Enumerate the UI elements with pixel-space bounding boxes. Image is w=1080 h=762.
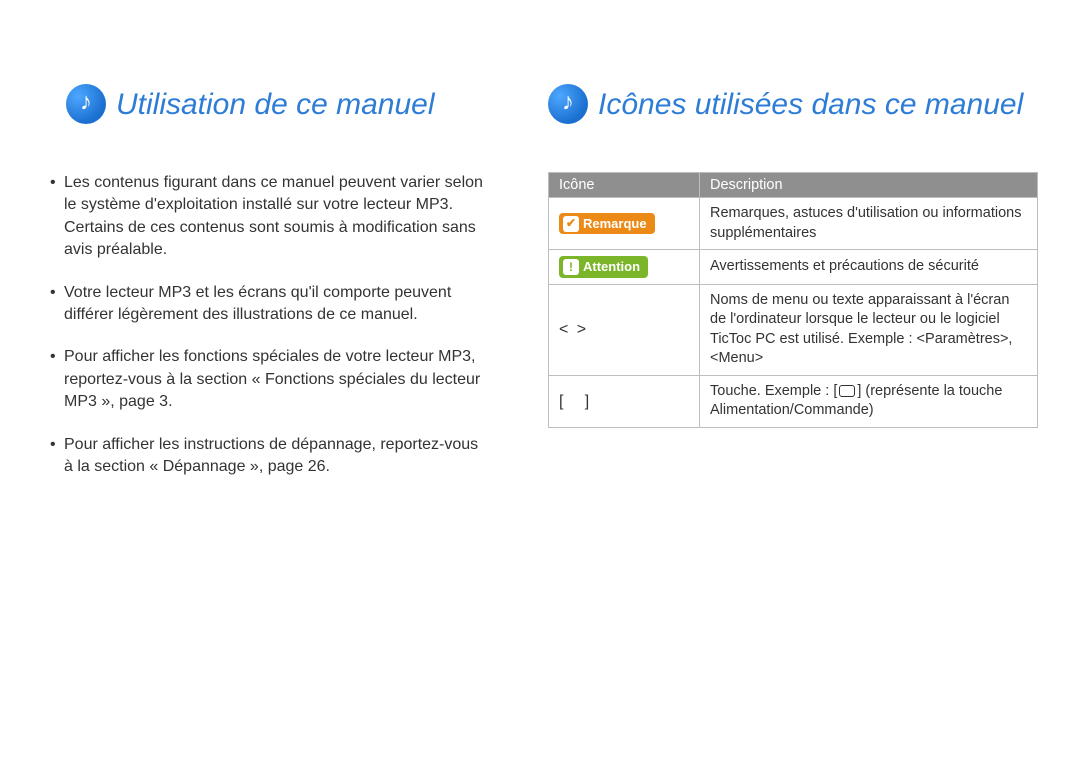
list-item: Pour afficher les instructions de dépann… (44, 434, 488, 479)
manual-page: Utilisation de ce manuel Les contenus fi… (0, 0, 1080, 762)
header-icon: Icône (549, 173, 700, 198)
key-desc-prefix: Touche. Exemple : [ (710, 383, 837, 399)
left-title: Utilisation de ce manuel (116, 88, 435, 121)
cell-icon-attention: ! Attention (549, 250, 700, 285)
icon-description-table: Icône Description ✔ Remarque Remarques, … (548, 172, 1038, 428)
badge-label: Attention (583, 258, 640, 276)
right-heading: Icônes utilisées dans ce manuel (548, 84, 1038, 124)
table-header-row: Icône Description (549, 173, 1038, 198)
cell-icon-key: [ ] (549, 375, 700, 427)
right-title: Icônes utilisées dans ce manuel (598, 88, 1023, 121)
right-column: Icônes utilisées dans ce manuel Icône De… (540, 0, 1080, 762)
list-item: Votre lecteur MP3 et les écrans qu'il co… (44, 282, 488, 327)
list-item: Les contenus figurant dans ce manuel peu… (44, 172, 488, 262)
square-brackets-icon: [ ] (559, 393, 591, 410)
check-icon: ✔ (563, 216, 579, 232)
bracket-open: [ (559, 393, 565, 410)
table-row: [ ] Touche. Exemple : [] (représente la … (549, 375, 1038, 427)
table-row: ! Attention Avertissements et précaution… (549, 250, 1038, 285)
list-item: Pour afficher les fonctions spéciales de… (44, 346, 488, 413)
header-description: Description (700, 173, 1038, 198)
cell-icon-remarque: ✔ Remarque (549, 198, 700, 250)
left-column: Utilisation de ce manuel Les contenus fi… (0, 0, 540, 762)
left-bullet-list: Les contenus figurant dans ce manuel peu… (44, 172, 488, 478)
music-note-icon (548, 84, 588, 124)
bracket-close: ] (585, 393, 591, 410)
cell-desc-attention: Avertissements et précautions de sécurit… (700, 250, 1038, 285)
angle-brackets-icon: < > (559, 321, 588, 338)
remarque-badge: ✔ Remarque (559, 213, 655, 235)
key-square-icon (839, 385, 855, 397)
table-row: < > Noms de menu ou texte apparaissant à… (549, 284, 1038, 375)
cell-desc-remarque: Remarques, astuces d'utilisation ou info… (700, 198, 1038, 250)
table-row: ✔ Remarque Remarques, astuces d'utilisat… (549, 198, 1038, 250)
cell-desc-menu: Noms de menu ou texte apparaissant à l'é… (700, 284, 1038, 375)
music-note-icon (66, 84, 106, 124)
badge-label: Remarque (583, 215, 647, 233)
cell-desc-key: Touche. Exemple : [] (représente la touc… (700, 375, 1038, 427)
left-heading: Utilisation de ce manuel (66, 84, 498, 124)
exclamation-icon: ! (563, 259, 579, 275)
cell-icon-menu: < > (549, 284, 700, 375)
attention-badge: ! Attention (559, 256, 648, 278)
